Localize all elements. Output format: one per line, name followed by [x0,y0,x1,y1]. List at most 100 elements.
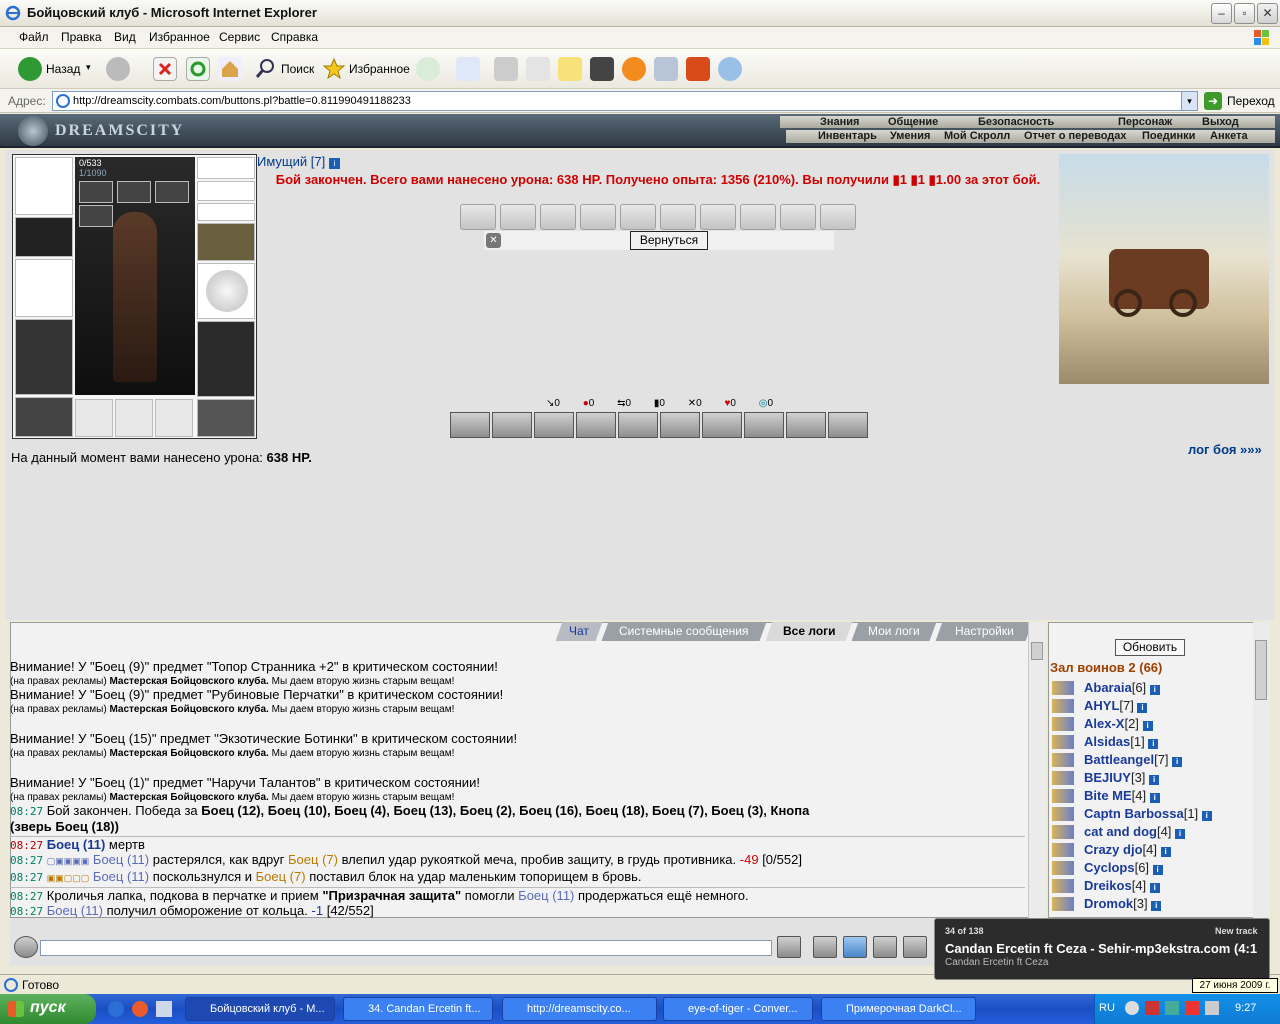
address-dropdown-icon[interactable]: ▾ [1181,92,1197,110]
technique-icon[interactable] [744,412,784,438]
player-name[interactable]: Cyclops[6] i [1084,860,1163,875]
log-fighter[interactable]: Боец (7) [288,852,338,867]
ad-workshop[interactable]: Мастерская Бойцовского клуба. [109,792,268,803]
favorites-button-label[interactable]: Избранное [349,62,410,76]
battle-log-link[interactable]: лог боя »»» [1188,442,1262,457]
tab-system-messages[interactable]: Системные сообщения [601,622,767,641]
nav-security[interactable]: Безопасность [978,116,1054,128]
chat-input[interactable] [40,940,772,956]
search-button-label[interactable]: Поиск [281,62,314,76]
nav-my-scroll[interactable]: Мой Скролл [944,130,1010,142]
address-input[interactable]: http://dreamscity.combats.com/buttons.pl… [52,91,1198,111]
belt-slot[interactable] [15,397,73,437]
quicklaunch-opera-icon[interactable] [132,1001,148,1017]
player-name[interactable]: Abaraia[6] i [1084,680,1160,695]
smile-icon[interactable] [14,936,38,958]
gloves-slot[interactable] [197,223,255,261]
log-fighter[interactable]: Боец (11) [47,837,106,852]
info-icon[interactable]: i [1152,865,1163,875]
log-fighter[interactable]: Боец (11) [93,869,149,884]
tab-settings-label[interactable]: Настройки [955,622,1014,641]
empty-slot-3[interactable] [155,399,193,437]
forward-arrow-icon[interactable] [106,57,130,81]
scroll-slot[interactable] [460,204,496,230]
helmet-slot[interactable] [197,157,255,179]
scroll-slot[interactable] [500,204,536,230]
send-icon[interactable] [777,936,801,958]
tab-my-logs-label[interactable]: Мои логи [868,622,920,641]
menu-tools[interactable]: Сервис [219,30,260,44]
technique-icon[interactable] [618,412,658,438]
k-icon[interactable] [590,57,614,81]
clock[interactable]: 9:27 [1235,1002,1256,1014]
info-icon[interactable]: i [1175,829,1186,839]
menu-edit[interactable]: Правка [61,30,102,44]
ad-workshop[interactable]: Мастерская Бойцовского клуба. [109,676,268,687]
log-fighter[interactable]: Боец (7) [256,869,306,884]
scroll-slot[interactable] [540,204,576,230]
info-icon[interactable]: i [1160,847,1171,857]
player-name[interactable]: Имущий [7] i [257,154,340,169]
tray-arrow-icon[interactable] [1125,1001,1139,1015]
boots-slot[interactable] [197,399,255,437]
tray-network-icon[interactable] [1165,1001,1179,1015]
spell-slot-2[interactable] [117,181,151,203]
info-icon[interactable]: i [1142,721,1153,731]
player-name-text[interactable]: cat and dog [1084,824,1157,839]
tool-icon[interactable] [654,57,678,81]
scroll-slot[interactable] [580,204,616,230]
scroll-slot[interactable] [700,204,736,230]
back-arrow-icon[interactable] [18,57,42,81]
player-info-icon[interactable]: i [328,158,340,169]
player-name-text[interactable]: Dromok [1084,896,1133,911]
close-button[interactable]: ✕ [1257,3,1278,24]
info-icon[interactable]: i [1172,757,1183,767]
info-icon[interactable]: i [1149,793,1160,803]
spell-slot-3[interactable] [155,181,189,203]
nav-duels[interactable]: Поединки [1142,130,1195,142]
tray-volume-icon[interactable] [1205,1001,1219,1015]
pants-slot[interactable] [197,321,255,397]
chat-scroll-thumb[interactable] [1031,642,1043,660]
back-dropdown-icon[interactable]: ▾ [86,62,91,73]
chat-scrollbar[interactable] [1028,622,1045,918]
spell-slot-1[interactable] [79,181,113,203]
download-icon[interactable] [686,57,710,81]
tab-all-logs-label[interactable]: Все логи [783,622,836,641]
go-button[interactable]: Переход [1227,94,1275,108]
nav-inventory[interactable]: Инвентарь [818,130,877,142]
history-icon[interactable] [416,57,440,81]
refresh-button[interactable]: Обновить [1115,639,1185,656]
task-dreamscity[interactable]: http://dreamscity.co... [502,997,657,1021]
technique-icon[interactable] [450,412,490,438]
scroll-slot[interactable] [660,204,696,230]
spell-slot-4[interactable] [79,205,113,227]
go-arrow-icon[interactable]: ➜ [1204,92,1222,110]
player-name-text[interactable]: Имущий [7] [257,154,325,169]
filter-icon[interactable] [843,936,867,958]
minimize-button[interactable]: – [1211,3,1232,24]
print-icon[interactable] [494,57,518,81]
media-player-popup[interactable]: 34 of 138 New track Candan Ercetin ft Ce… [934,918,1270,980]
player-name[interactable]: cat and dog[4] i [1084,824,1186,839]
menu-help[interactable]: Справка [271,30,318,44]
info-icon[interactable]: i [1201,811,1212,821]
info-icon[interactable]: i [1149,775,1160,785]
scroll-slot[interactable] [780,204,816,230]
info-icon[interactable]: i [1149,685,1160,695]
player-name[interactable]: Crazy djo[4] i [1084,842,1171,857]
tab-my-logs[interactable]: Мои логи [851,622,937,641]
quicklaunch-media-icon[interactable] [156,1001,172,1017]
player-name[interactable]: Alsidas[1] i [1084,734,1159,749]
clear-icon[interactable] [813,936,837,958]
technique-icon[interactable] [492,412,532,438]
rings-slot[interactable] [197,203,255,221]
player-name[interactable]: Bite ME[4] i [1084,788,1160,803]
exit-run-icon[interactable] [903,936,927,958]
nav-knowledge[interactable]: Знания [820,116,859,128]
tab-chat-label[interactable]: Чат [569,622,589,641]
start-label[interactable]: пуск [30,999,66,1016]
return-button[interactable]: Вернуться [630,231,708,250]
task-darkclub[interactable]: Примерочная DarkCl... [821,997,976,1021]
log-fighter[interactable]: Боец (11) [47,903,103,918]
